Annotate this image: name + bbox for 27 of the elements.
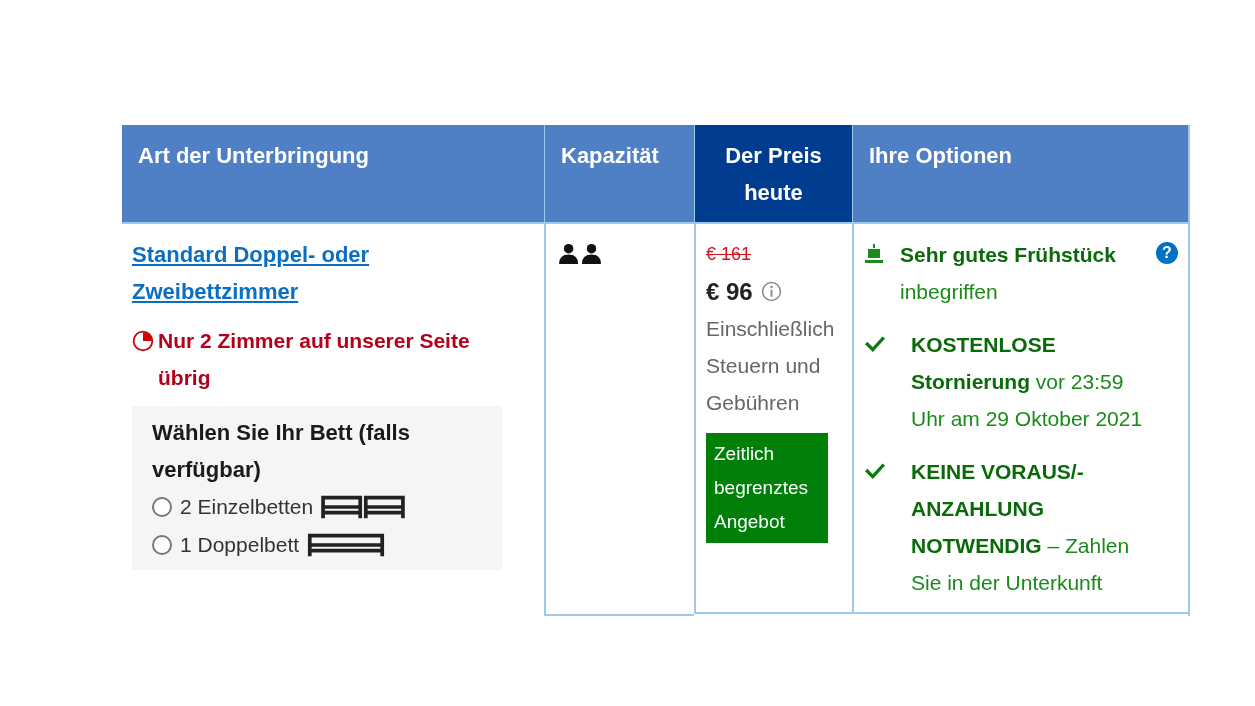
column-header: Ihre Optionen (852, 125, 1188, 222)
coffee-cup-icon (864, 244, 884, 266)
deal-badge: Zeitlich begrenztes Angebot (706, 433, 828, 543)
column-header: Art der Unterbringung (122, 125, 544, 222)
help-button[interactable]: ? (1156, 242, 1178, 264)
scarcity-message: Nur 2 Zimmer auf unserer Seite übrig (158, 328, 471, 391)
room-option-text: KEINE VORAUS/-ANZAHLUNG NOTWENDIG – Zahlen Sie in der Unterkunft (911, 459, 1131, 596)
bed-choice-title: Wählen Sie Ihr Bett (falls verfügbar) (152, 419, 411, 484)
room-name-link[interactable]: Standard Doppel- oder Zweibettzimmer (132, 236, 534, 310)
info-icon[interactable] (760, 281, 782, 302)
bed-option-label: 1 Doppelbett (180, 532, 300, 558)
clock-icon (132, 330, 154, 352)
checkmark-icon (864, 334, 886, 352)
current-price: € 96 (706, 277, 753, 307)
room-option-text: KOSTENLOSE Stornierung vor 23:59 Uhr am 29 Oktober 2021 (911, 332, 1144, 432)
bed-option-label: 2 Einzelbetten (180, 494, 314, 520)
double-bed-icon (307, 532, 386, 558)
column-header: Der Preis heute (694, 125, 852, 222)
single-beds-icon (321, 494, 406, 520)
column-header: Kapazität (544, 125, 694, 222)
price-note: Einschließlich Steuern und Gebühren (706, 316, 836, 416)
checkmark-icon (864, 461, 886, 479)
radio-button[interactable] (152, 497, 172, 517)
persons-icon (558, 243, 604, 264)
original-price: € 161 (706, 243, 753, 266)
radio-button[interactable] (152, 535, 172, 555)
room-option-text: Sehr gutes Frühstück inbegriffen (900, 242, 1117, 305)
